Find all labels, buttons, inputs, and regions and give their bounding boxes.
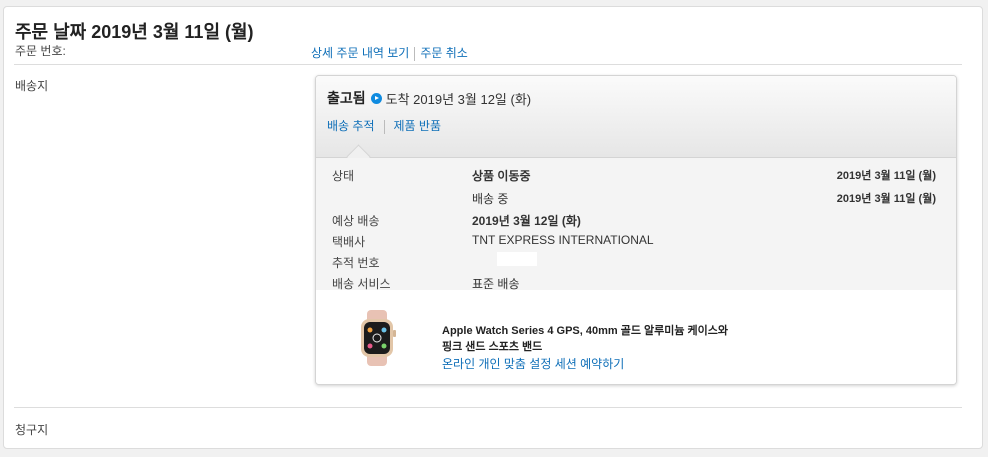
shipment-details: 상태 상품 이동중 2019년 3월 11일 (월) 배송 중 2019년 3월… bbox=[316, 158, 956, 291]
status-value: 상품 이동중 bbox=[472, 169, 531, 183]
carrier-label: 택배사 bbox=[332, 235, 366, 249]
play-circle-icon bbox=[370, 92, 382, 104]
status-value: 배송 중 bbox=[472, 192, 509, 206]
product-name-line: 핑크 샌드 스포츠 밴드 bbox=[442, 341, 543, 353]
tracking-number-label: 추적 번호 bbox=[332, 256, 380, 270]
expected-delivery-value: 2019년 3월 12일 (화) bbox=[472, 214, 581, 228]
order-date-title: 주문 날짜 2019년 3월 11일 (월) bbox=[15, 22, 254, 42]
divider bbox=[14, 407, 962, 408]
shipment-status-line: 출고됨 도착 2019년 3월 12일 (화) bbox=[327, 88, 531, 108]
book-personal-setup-link[interactable]: 온라인 개인 맞춤 설정 세션 예약하기 bbox=[442, 355, 624, 372]
carrier-value: TNT EXPRESS INTERNATIONAL bbox=[472, 233, 654, 247]
shipping-address-label: 배송지 bbox=[15, 79, 49, 93]
order-actions: 상세 주문 내역 보기 주문 취소 bbox=[311, 44, 468, 61]
arrival-date: 도착 2019년 3월 12일 (화) bbox=[385, 91, 532, 107]
status-date: 2019년 3월 11일 (월) bbox=[836, 193, 936, 205]
order-number-label: 주문 번호: bbox=[15, 44, 66, 58]
expected-delivery-label: 예상 배송 bbox=[332, 214, 380, 228]
apple-watch-image bbox=[361, 310, 396, 366]
status-label: 상태 bbox=[332, 169, 355, 183]
cancel-order-link[interactable]: 주문 취소 bbox=[420, 46, 468, 60]
divider bbox=[414, 46, 416, 61]
billing-address-label: 청구지 bbox=[15, 423, 49, 437]
tracking-number-redacted bbox=[497, 252, 537, 266]
shipment-header: 출고됨 도착 2019년 3월 12일 (화) 배송 추적 제품 반품 bbox=[316, 76, 956, 158]
return-product-link[interactable]: 제품 반품 bbox=[394, 119, 442, 133]
order-page: 주문 날짜 2019년 3월 11일 (월) 주문 번호: 상세 주문 내역 보… bbox=[3, 6, 983, 449]
divider bbox=[14, 64, 962, 65]
shipment-status: 출고됨 bbox=[327, 90, 366, 106]
product-name-line: Apple Watch Series 4 GPS, 40mm 골드 알루미늄 케… bbox=[442, 325, 729, 337]
product-name: Apple Watch Series 4 GPS, 40mm 골드 알루미늄 케… bbox=[442, 323, 762, 355]
product-item: Apple Watch Series 4 GPS, 40mm 골드 알루미늄 케… bbox=[316, 290, 956, 384]
shipment-card: 출고됨 도착 2019년 3월 12일 (화) 배송 추적 제품 반품 상태 상품… bbox=[315, 75, 957, 385]
divider bbox=[383, 119, 385, 134]
view-order-details-link[interactable]: 상세 주문 내역 보기 bbox=[311, 46, 409, 60]
status-date: 2019년 3월 11일 (월) bbox=[836, 170, 936, 182]
shipment-actions: 배송 추적 제품 반품 bbox=[327, 117, 441, 134]
track-shipment-link[interactable]: 배송 추적 bbox=[327, 119, 375, 133]
